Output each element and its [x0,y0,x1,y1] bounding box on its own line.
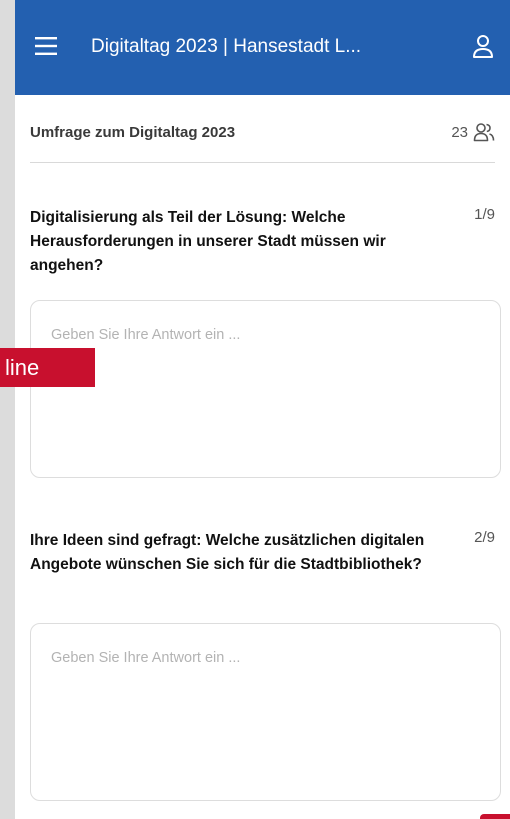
user-icon[interactable] [471,33,495,59]
app-header: Digitaltag 2023 | Hansestadt L... [15,0,510,95]
answer-input[interactable] [30,623,501,801]
question-index: 2/9 [474,529,495,546]
question-1: Digitalisierung als Teil der Lösung: Wel… [30,206,501,478]
survey-title: Umfrage zum Digitaltag 2023 [30,124,236,141]
question-index: 1/9 [474,206,495,223]
survey-screen: Digitaltag 2023 | Hansestadt L... Umfrag… [15,0,510,819]
online-badge: line [0,348,95,387]
question-text: Ihre Ideen sind gefragt: Welche zusätzli… [30,532,425,573]
participant-counter: 23 [451,122,495,142]
participant-count: 23 [451,123,468,141]
answer-input[interactable] [30,300,501,478]
survey-header: Umfrage zum Digitaltag 2023 23 [30,118,495,163]
hamburger-menu-icon[interactable] [35,36,59,56]
app-title: Digitaltag 2023 | Hansestadt L... [91,36,362,57]
question-text: Digitalisierung als Teil der Lösung: Wel… [30,209,386,274]
question-2: Ihre Ideen sind gefragt: Welche zusätzli… [30,529,501,801]
users-icon [473,123,495,142]
corner-accent [480,814,510,819]
